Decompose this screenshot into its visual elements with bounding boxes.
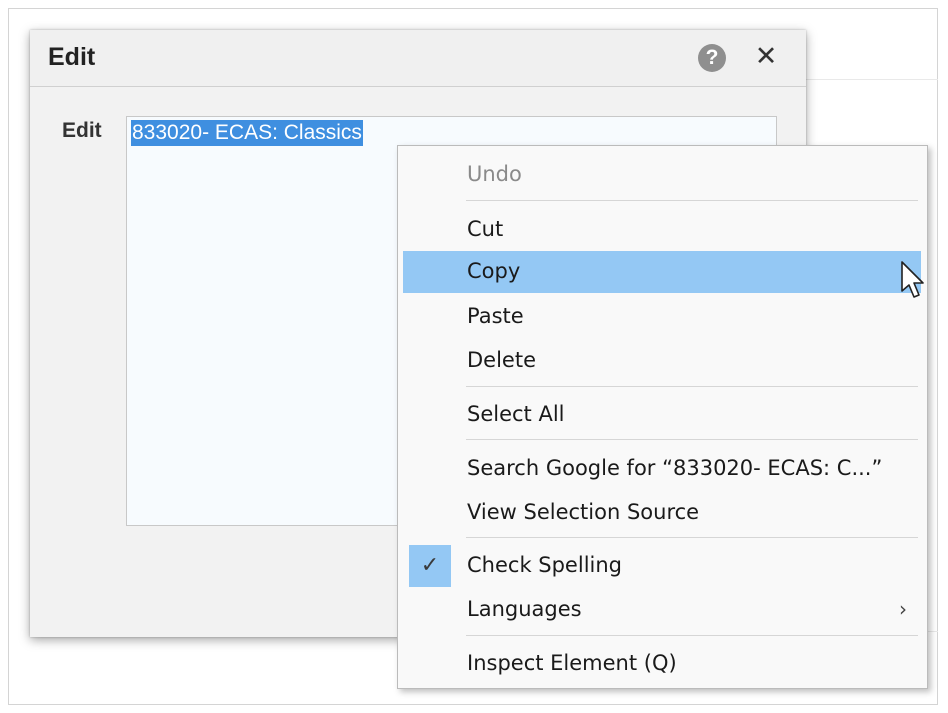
menu-item-cut[interactable]: Cut <box>403 209 921 251</box>
menu-item-label: Inspect Element (Q) <box>467 651 677 675</box>
menu-item-label: Copy <box>467 259 521 283</box>
menu-item-label: Paste <box>467 304 524 328</box>
context-menu: Undo Cut Copy Paste Delete Select All Se… <box>397 145 928 689</box>
selected-text[interactable]: 833020- ECAS: Classics <box>131 120 363 146</box>
menu-item-undo[interactable]: Undo <box>403 154 921 196</box>
menu-item-label: Check Spelling <box>467 553 622 577</box>
menu-separator <box>466 439 918 440</box>
menu-separator <box>466 200 918 201</box>
menu-item-label: Languages <box>467 597 582 621</box>
menu-item-label: Cut <box>467 217 504 241</box>
menu-item-languages[interactable]: Languages › <box>403 589 921 631</box>
menu-item-copy[interactable]: Copy <box>403 251 921 293</box>
menu-item-delete[interactable]: Delete <box>403 340 921 382</box>
chevron-right-icon: › <box>899 597 907 621</box>
menu-separator <box>466 635 918 636</box>
background-divider <box>804 79 938 80</box>
help-icon[interactable]: ? <box>698 44 726 72</box>
menu-item-select-all[interactable]: Select All <box>403 394 921 436</box>
menu-item-label: View Selection Source <box>467 500 700 524</box>
menu-item-paste[interactable]: Paste <box>403 296 921 338</box>
dialog-title: Edit <box>48 43 96 71</box>
menu-item-check-spelling[interactable]: ✓ Check Spelling <box>403 545 921 587</box>
dialog-header: Edit ? ✕ <box>30 30 806 87</box>
menu-item-label: Search Google for “833020- ECAS: C...” <box>467 456 883 480</box>
checkmark-icon: ✓ <box>420 553 440 578</box>
menu-item-label: Undo <box>467 162 522 186</box>
menu-separator <box>466 386 918 387</box>
menu-item-view-selection-source[interactable]: View Selection Source <box>403 492 921 534</box>
close-icon[interactable]: ✕ <box>754 40 778 72</box>
menu-item-label: Select All <box>467 402 565 426</box>
menu-item-search-google[interactable]: Search Google for “833020- ECAS: C...” <box>403 448 921 490</box>
edit-field-label: Edit <box>62 119 102 142</box>
menu-separator <box>466 537 918 538</box>
mouse-pointer-icon <box>901 261 924 298</box>
menu-item-label: Delete <box>467 348 536 372</box>
menu-item-inspect-element[interactable]: Inspect Element (Q) <box>403 643 921 685</box>
